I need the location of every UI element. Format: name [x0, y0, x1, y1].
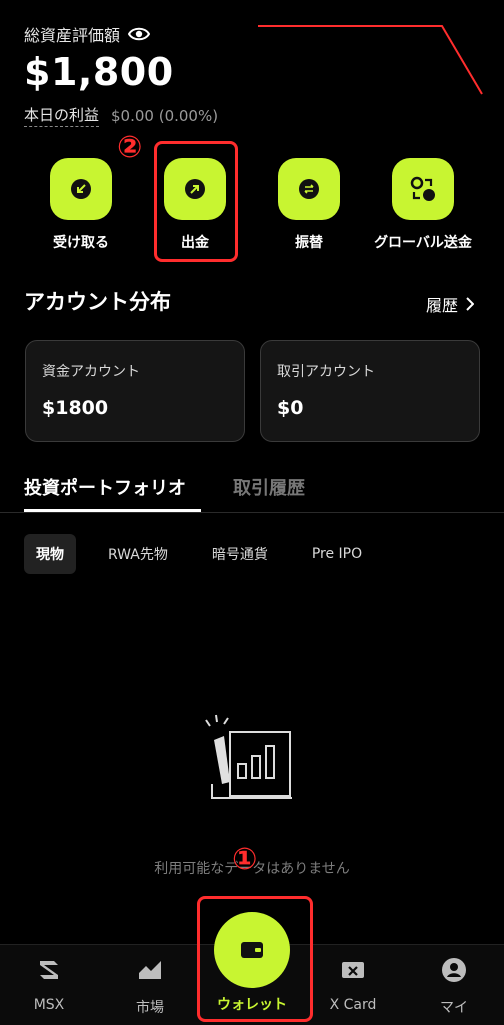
funding-account-value: $1800	[42, 397, 109, 419]
market-chart-icon	[139, 961, 161, 979]
profit-value: $0.00 (0.00%)	[111, 106, 219, 125]
total-assets-header: 総資産評価額	[24, 22, 151, 46]
nav-xcard-label: X Card	[329, 997, 377, 1013]
global-send-icon	[410, 176, 435, 201]
wallet-highlight-box	[197, 896, 313, 1022]
nav-my-label: マイ	[440, 1000, 468, 1016]
profit-label: 本日の利益	[24, 104, 100, 127]
funding-account-label: 資金アカウント	[42, 364, 140, 380]
nav-msx[interactable]: MSX	[9, 957, 89, 1013]
profile-icon	[442, 958, 466, 982]
receive-icon-button[interactable]	[50, 158, 112, 220]
transfer-label: 振替	[295, 235, 323, 251]
portfolio-tabs: 投資ポートフォリオ 取引履歴	[0, 466, 504, 513]
total-assets-label: 総資産評価額	[24, 26, 121, 45]
subtab-rwa-futures[interactable]: RWA先物	[96, 534, 180, 574]
receive-label: 受け取る	[53, 235, 109, 251]
history-link-label: 履歴	[425, 296, 458, 315]
trading-account-value: $0	[277, 397, 304, 419]
account-distribution-title: アカウント分布	[24, 290, 171, 314]
global-send-label: グローバル送金	[374, 235, 472, 251]
transfer-button[interactable]: 振替	[259, 152, 359, 252]
nav-my[interactable]: マイ	[414, 957, 494, 1017]
empty-data-illustration-icon	[205, 714, 292, 799]
nav-xcard[interactable]: X Card	[313, 957, 393, 1013]
transfer-icon	[299, 179, 319, 199]
eye-icon[interactable]	[128, 26, 151, 42]
withdraw-highlight-box	[154, 141, 238, 262]
transfer-icon-button[interactable]	[278, 158, 340, 220]
subtab-crypto[interactable]: 暗号通貨	[200, 534, 280, 574]
subtab-pre-ipo[interactable]: Pre IPO	[300, 536, 374, 572]
global-send-icon-button[interactable]	[392, 158, 454, 220]
funding-account-card[interactable]: 資金アカウント $1800	[25, 340, 245, 442]
nav-msx-label: MSX	[33, 997, 65, 1013]
tab-trade-history[interactable]: 取引履歴	[233, 474, 305, 500]
nav-market[interactable]: 市場	[110, 957, 190, 1017]
msx-logo-icon	[40, 961, 58, 979]
step-2-marker: ②	[117, 130, 143, 165]
receive-icon	[71, 179, 91, 199]
trading-account-label: 取引アカウント	[277, 364, 375, 380]
total-balance: $1,800	[24, 50, 174, 94]
global-send-button[interactable]: グローバル送金	[373, 152, 473, 252]
tab-portfolio[interactable]: 投資ポートフォリオ	[24, 474, 186, 500]
asset-type-subtabs: 現物 RWA先物 暗号通貨 Pre IPO	[24, 534, 374, 574]
xcard-icon	[342, 962, 364, 978]
step-1-marker: ①	[232, 842, 258, 877]
history-link[interactable]: 履歴	[426, 292, 474, 316]
profit-row: 本日の利益 $0.00 (0.00%)	[24, 104, 218, 127]
action-buttons: 受け取る 出金 振替 グローバル送金	[0, 152, 504, 262]
receive-button[interactable]: 受け取る	[31, 152, 131, 252]
nav-market-label: 市場	[136, 1000, 164, 1016]
chevron-right-icon	[466, 297, 474, 311]
trading-account-card[interactable]: 取引アカウント $0	[260, 340, 480, 442]
subtab-spot[interactable]: 現物	[24, 534, 76, 574]
active-tab-indicator	[24, 509, 201, 512]
